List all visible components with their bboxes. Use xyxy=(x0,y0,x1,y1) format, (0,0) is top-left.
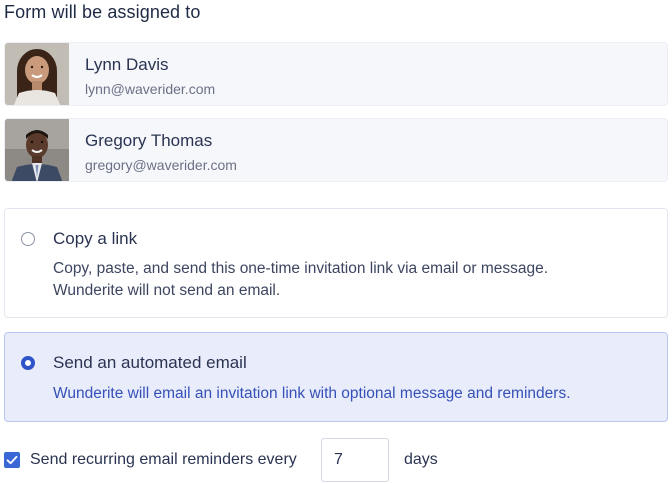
option-description: Copy, paste, and send this one-time invi… xyxy=(53,260,549,277)
reminder-checkbox[interactable] xyxy=(4,452,20,468)
option-title: Copy a link xyxy=(53,229,138,248)
radio-automated-email[interactable] xyxy=(21,356,35,370)
assignee-email: gregory@waverider.com xyxy=(85,157,237,173)
option-description: Wunderite will email an invitation link … xyxy=(53,385,571,402)
option-copy-link[interactable]: Copy a link Copy, paste, and send this o… xyxy=(4,208,668,318)
assignee-name: Lynn Davis xyxy=(85,55,169,74)
avatar xyxy=(5,119,69,181)
reminder-row: Send recurring email reminders every day… xyxy=(4,438,668,482)
radio-copy-link[interactable] xyxy=(21,232,35,246)
reminder-unit-label: days xyxy=(404,451,438,468)
assignee-card: Lynn Davis lynn@waverider.com xyxy=(4,42,668,106)
option-title: Send an automated email xyxy=(53,353,247,372)
assignee-name: Gregory Thomas xyxy=(85,131,213,150)
avatar xyxy=(5,43,69,105)
person-photo-woman-icon xyxy=(5,43,69,105)
option-automated-email[interactable]: Send an automated email Wunderite will e… xyxy=(4,332,668,422)
reminder-label: Send recurring email reminders every xyxy=(30,451,297,468)
assignee-email: lynn@waverider.com xyxy=(85,81,216,97)
option-description: Wunderite will not send an email. xyxy=(53,282,281,299)
assignee-card: Gregory Thomas gregory@waverider.com xyxy=(4,118,668,182)
person-photo-man-icon xyxy=(5,119,69,181)
reminder-days-input[interactable] xyxy=(321,438,389,482)
checkmark-icon xyxy=(6,455,18,465)
page-title: Form will be assigned to xyxy=(4,2,201,22)
